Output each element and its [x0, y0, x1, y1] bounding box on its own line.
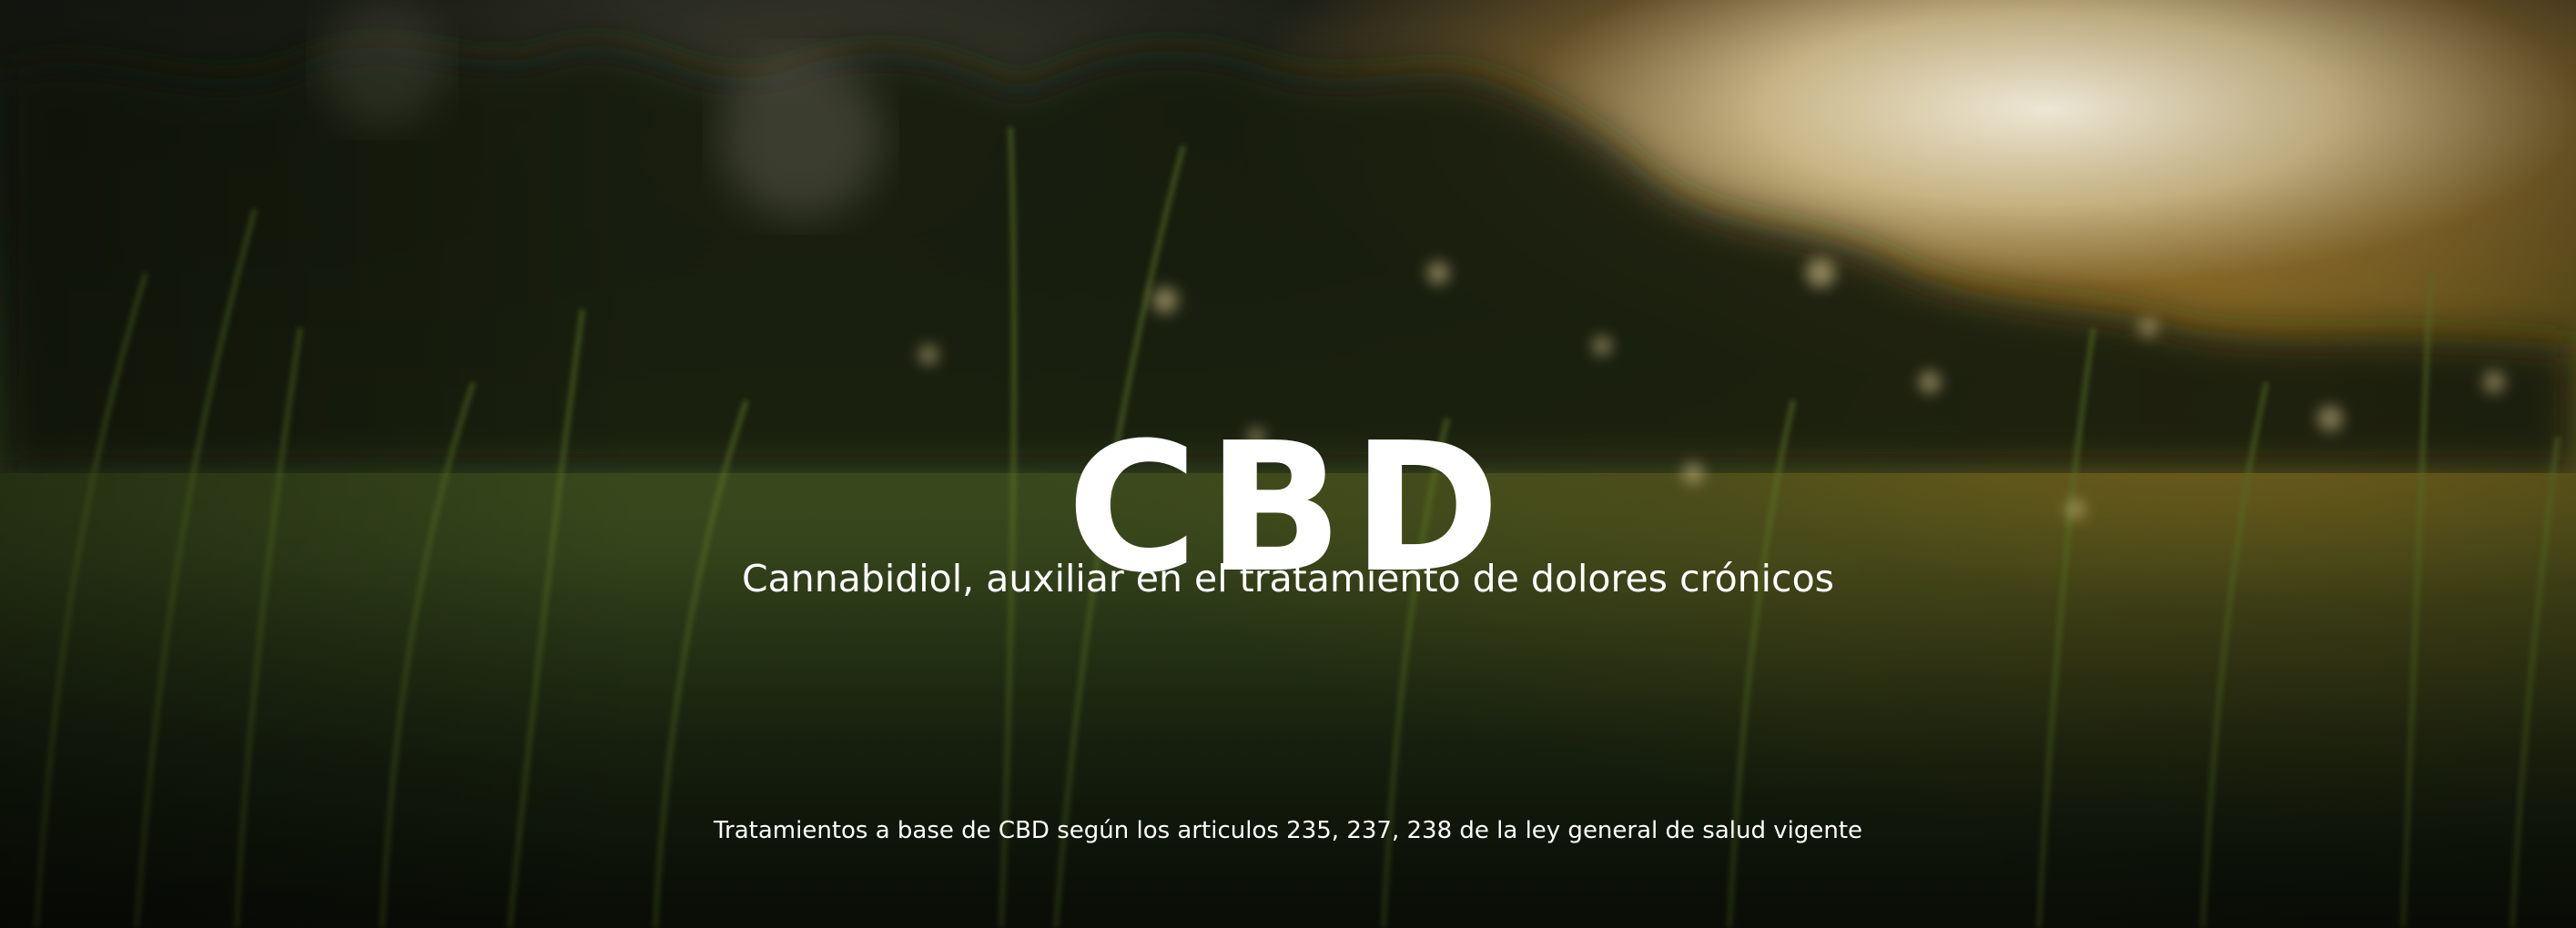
hero-banner: CBD Cannabidiol, auxiliar en el tratamie…	[0, 0, 2576, 928]
hero-legal-note: Tratamientos a base de CBD según los art…	[713, 817, 1863, 844]
hero-subtitle: Cannabidiol, auxiliar en el tratamiento …	[741, 557, 1835, 600]
